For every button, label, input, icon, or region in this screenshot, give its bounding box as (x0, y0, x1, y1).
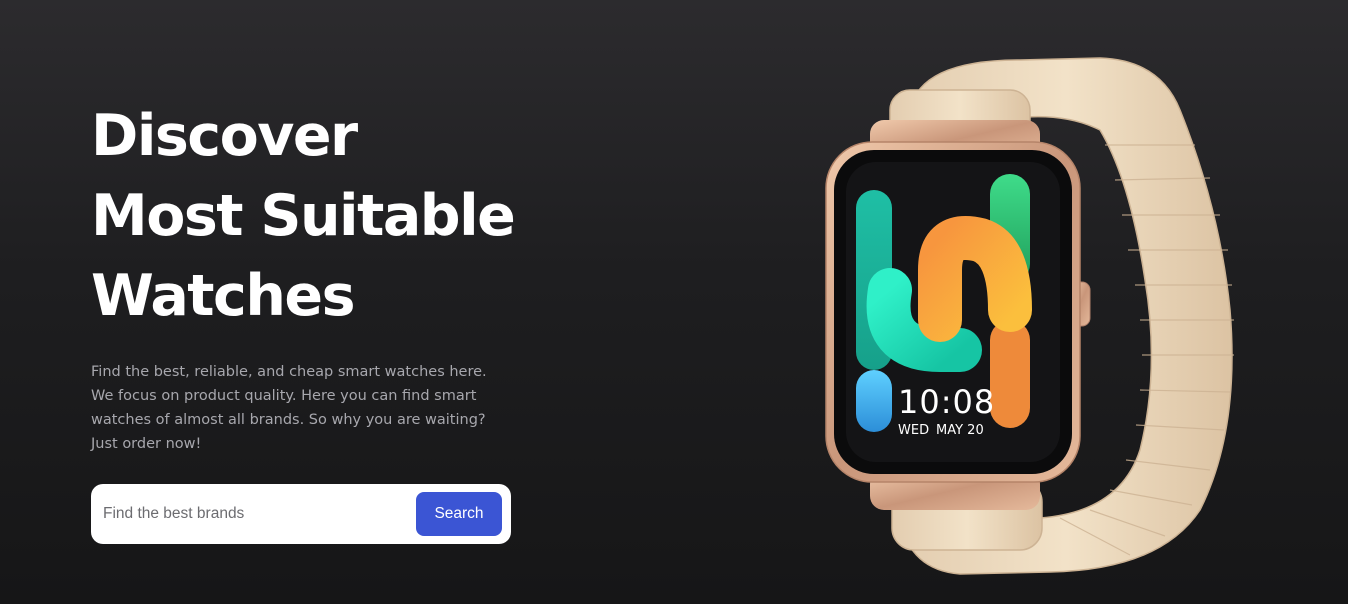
watch-date: MAY 20 (936, 423, 984, 438)
search-button[interactable]: Search (416, 492, 502, 536)
hero-section: Discover Most Suitable Watches Find the … (91, 96, 531, 456)
search-form: Search (91, 484, 511, 544)
watch-day: WED (898, 423, 929, 438)
watch-time: 10:08 (898, 383, 995, 421)
smartwatch-image: 10:08 WED MAY 20 (825, 57, 1234, 575)
hero-title-line-2: Most Suitable (91, 183, 516, 249)
search-input[interactable] (103, 505, 416, 523)
hero-title-line-3: Watches (91, 263, 356, 329)
hero-title-line-1: Discover (91, 103, 358, 169)
hero-description: Find the best, reliable, and cheap smart… (91, 364, 487, 452)
hero-title: Discover Most Suitable Watches (91, 96, 531, 336)
